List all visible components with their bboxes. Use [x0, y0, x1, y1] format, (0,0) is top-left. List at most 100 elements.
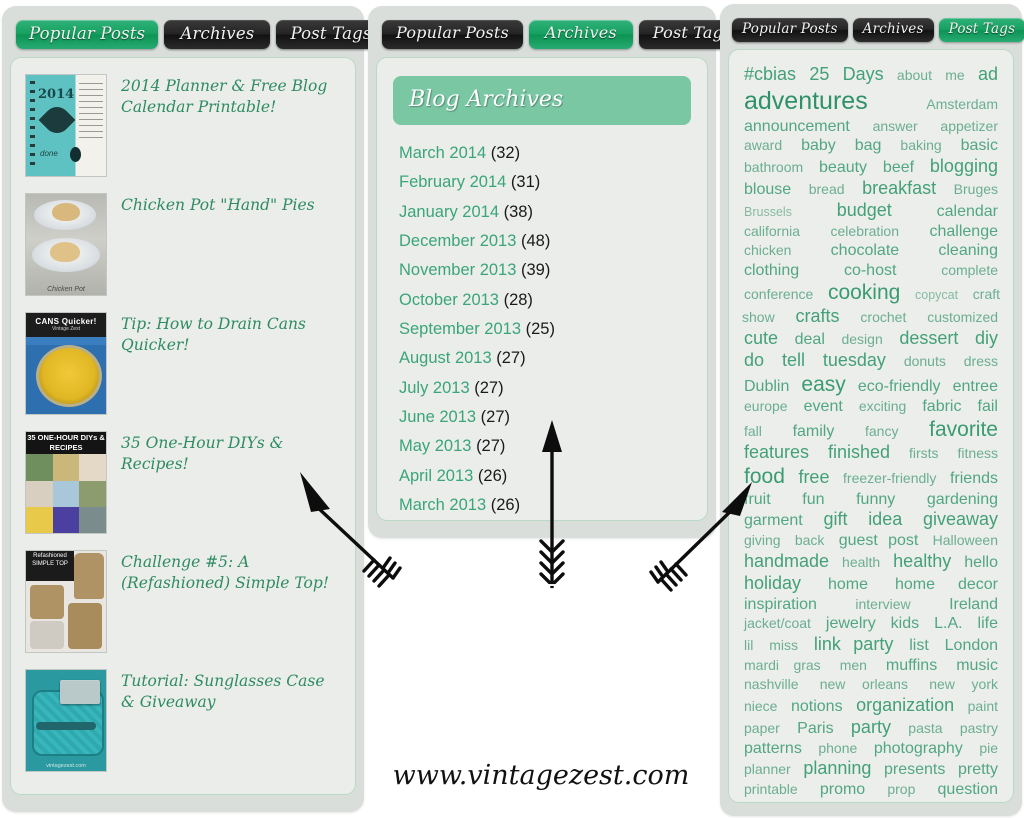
tag-link[interactable]: inspiration [744, 596, 817, 613]
tag-link[interactable]: jacket/coat [744, 615, 811, 631]
tag-link[interactable]: new orleans [820, 676, 908, 692]
tag-link[interactable]: food [744, 465, 785, 488]
tag-link[interactable]: breakfast [862, 178, 936, 198]
tag-link[interactable]: celebration [831, 223, 900, 239]
tag-link[interactable]: kids [891, 615, 919, 632]
tag-link[interactable]: fall [744, 423, 762, 439]
tag-link[interactable]: back [795, 532, 825, 548]
archive-month-label[interactable]: December 2013 [399, 232, 516, 250]
tag-link[interactable]: Brussels [744, 205, 792, 219]
list-item[interactable]: Refashioned SIMPLE TOP Challenge #5: A (… [25, 550, 341, 654]
tag-link[interactable]: challenge [930, 223, 999, 240]
tag-link[interactable]: fun [802, 491, 824, 508]
tag-link[interactable]: lil [744, 637, 753, 653]
tag-link[interactable]: jewelry [826, 615, 876, 632]
list-item[interactable]: July 2013 (27) [399, 374, 691, 403]
tag-link[interactable]: fabric [922, 398, 961, 415]
tag-link[interactable]: London [945, 637, 998, 654]
tab-archives[interactable]: Archives [164, 20, 271, 50]
tag-link[interactable]: exciting [859, 398, 906, 414]
list-item[interactable]: Chicken Pot Chicken Pot "Hand" Pies [25, 193, 341, 297]
tag-link[interactable]: award [744, 137, 782, 153]
tag-link[interactable]: healthy [893, 551, 951, 571]
tag-link[interactable]: blouse [744, 181, 791, 198]
tag-link[interactable]: basic [961, 137, 998, 154]
archive-month-label[interactable]: February 2014 [399, 173, 506, 191]
tab-popular-posts[interactable]: Popular Posts [382, 20, 523, 49]
post-title[interactable]: Tutorial: Sunglasses Case & Giveaway [121, 669, 341, 712]
tag-link[interactable]: conference [744, 286, 813, 302]
tag-link[interactable]: deal [795, 331, 825, 348]
tag-link[interactable]: printable [744, 781, 798, 797]
tag-link[interactable]: muffins [886, 657, 937, 674]
tag-link[interactable]: crochet [860, 309, 906, 325]
tag-link[interactable]: interview [855, 596, 910, 612]
tag-link[interactable]: handmade [744, 551, 829, 571]
tag-link[interactable]: me [945, 67, 964, 83]
tag-link[interactable]: planning [803, 758, 871, 778]
list-item[interactable]: October 2013 (28) [399, 286, 691, 315]
list-item[interactable]: vintagezest.com Tutorial: Sunglasses Cas… [25, 669, 341, 773]
tag-link[interactable]: tuesday [823, 350, 886, 370]
tag-link[interactable]: prop [887, 781, 915, 797]
tag-link[interactable]: tell [782, 350, 805, 370]
tag-link[interactable]: list [909, 637, 929, 654]
tab-popular-posts[interactable]: Popular Posts [732, 18, 848, 43]
tag-link[interactable]: family [793, 423, 835, 440]
tag-link[interactable]: patterns [744, 740, 802, 757]
tag-link[interactable]: miss [769, 637, 798, 653]
tag-link[interactable]: fail [978, 398, 998, 415]
tag-link[interactable]: eco-friendly [858, 378, 941, 395]
tag-link[interactable]: Amsterdam [926, 96, 998, 112]
tag-link[interactable]: idea [868, 509, 902, 529]
archive-month-label[interactable]: September 2013 [399, 320, 521, 338]
tag-link[interactable]: 25 [809, 64, 829, 84]
list-item[interactable]: March 2014 (32) [399, 139, 691, 168]
tag-link[interactable]: pasta [908, 720, 942, 736]
list-item[interactable]: March 2013 (26) [399, 491, 691, 520]
tag-link[interactable]: baking [900, 137, 941, 153]
tag-link[interactable]: friends [950, 470, 998, 487]
tag-link[interactable]: L.A. [934, 615, 962, 632]
tag-link[interactable]: Days [843, 64, 884, 84]
tag-link[interactable]: ad [978, 64, 998, 84]
tab-post-tags[interactable]: Post Tags [938, 18, 1024, 43]
tag-link[interactable]: nashville [744, 676, 798, 692]
tag-link[interactable]: quick [744, 803, 781, 804]
tag-link[interactable]: entree [953, 378, 998, 395]
tag-link[interactable]: mardi gras [744, 657, 821, 673]
tag-link[interactable]: fancy [865, 423, 898, 439]
tag-link[interactable]: dessert [899, 328, 958, 348]
archive-month-label[interactable]: August 2013 [399, 349, 492, 367]
archive-month-label[interactable]: June 2013 [399, 408, 476, 426]
tag-link[interactable]: about [897, 67, 932, 83]
tag-link[interactable]: organization [856, 695, 954, 715]
list-item[interactable]: August 2013 (27) [399, 344, 691, 373]
tag-link[interactable]: design [841, 331, 882, 347]
post-title[interactable]: Tip: How to Drain Cans Quicker! [121, 312, 341, 355]
list-item[interactable]: CANS Quicker! Vintage Zest Tip: How to Dr… [25, 312, 341, 416]
tab-archives[interactable]: Archives [852, 18, 934, 43]
tag-link[interactable]: holiday [744, 573, 801, 593]
tab-archives[interactable]: Archives [528, 20, 633, 49]
tag-link[interactable]: giving [744, 532, 781, 548]
tag-link[interactable]: paint [968, 698, 998, 714]
tab-popular-posts[interactable]: Popular Posts [16, 20, 159, 50]
tag-link[interactable]: cute [744, 328, 778, 348]
tag-link[interactable]: event [804, 398, 843, 415]
tag-link[interactable]: fitness [958, 445, 998, 461]
archive-month-label[interactable]: October 2013 [399, 291, 499, 309]
list-item[interactable]: November 2013 (39) [399, 256, 691, 285]
tag-link[interactable]: paper [744, 720, 780, 736]
tag-link[interactable]: easy [801, 373, 845, 396]
tag-link[interactable]: new york [929, 676, 998, 692]
tag-link[interactable]: freezer-friendly [843, 470, 936, 486]
tag-link[interactable]: budget [837, 200, 892, 220]
tag-link[interactable]: favorite [929, 418, 998, 441]
tag-link[interactable]: Paris [797, 720, 833, 737]
post-title[interactable]: 2014 Planner & Free Blog Calendar Printa… [121, 74, 341, 117]
list-item[interactable]: May 2013 (27) [399, 432, 691, 461]
tag-link[interactable]: copycat [915, 288, 958, 302]
tag-link[interactable]: promo [820, 781, 865, 798]
tag-link[interactable]: chocolate [831, 242, 900, 259]
